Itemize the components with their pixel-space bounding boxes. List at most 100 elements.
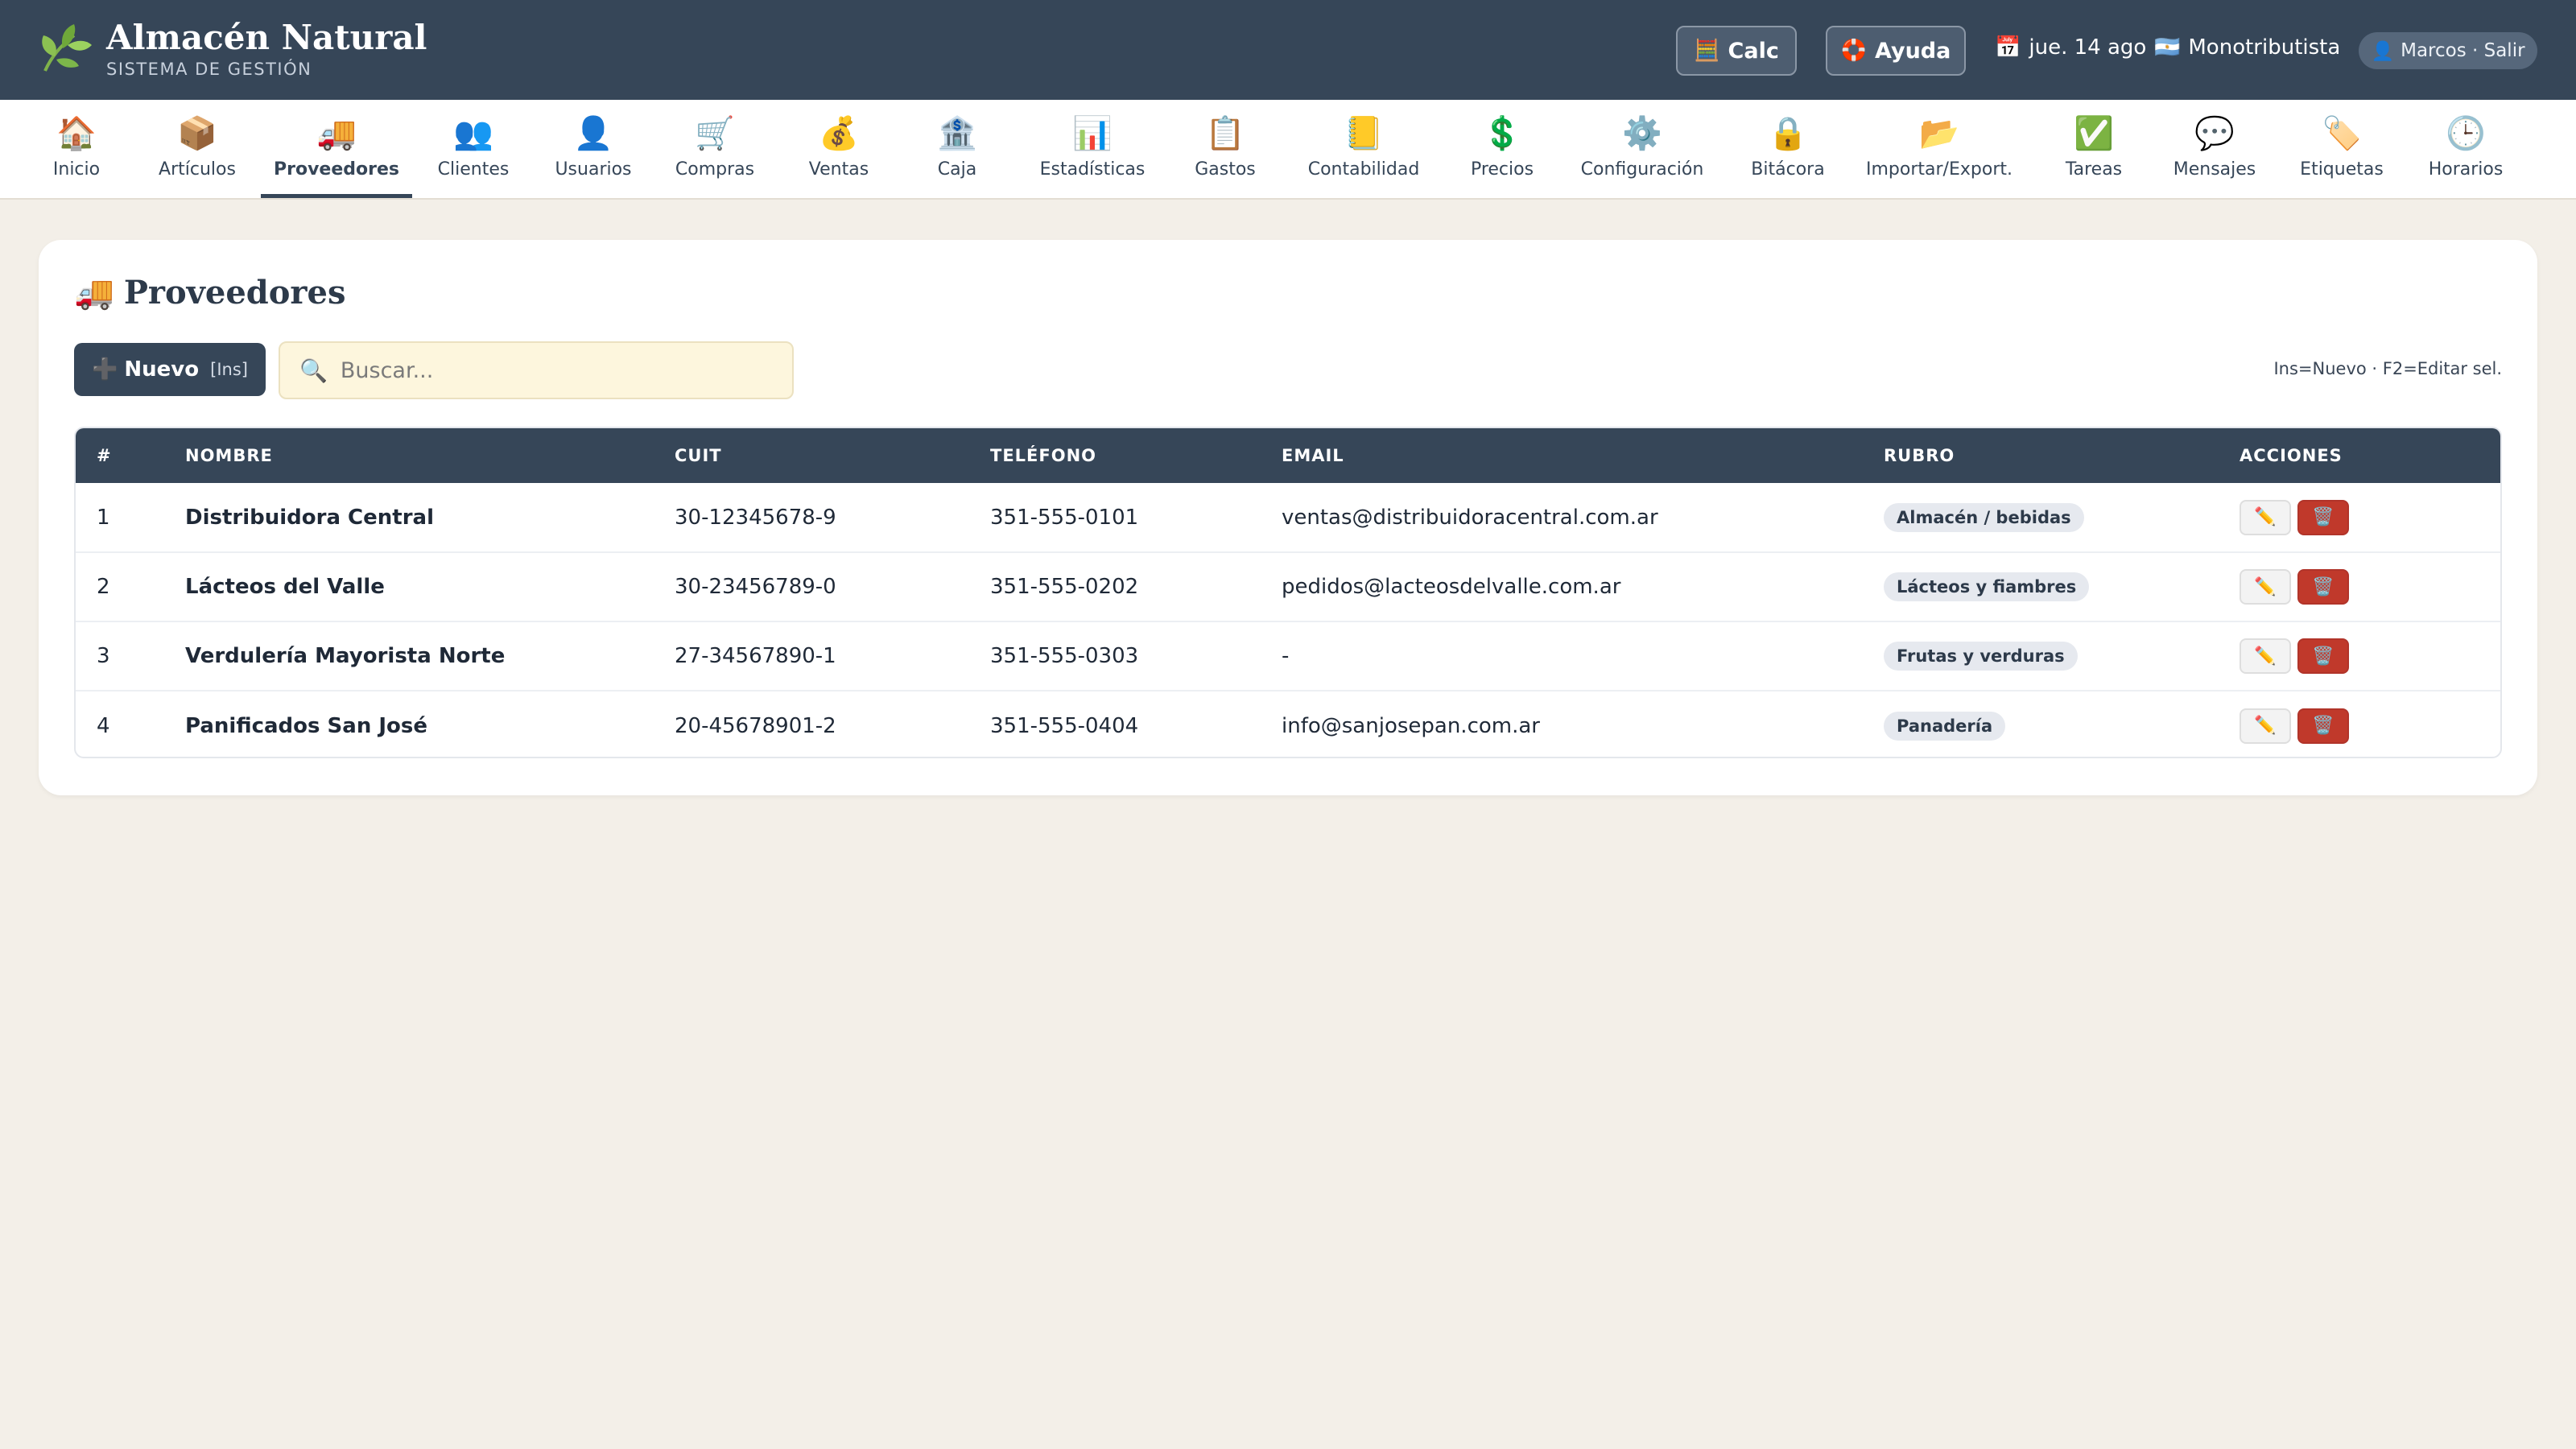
- supplier-cuit: 20-45678901-2: [675, 713, 836, 738]
- calc-button-label: Calc: [1728, 38, 1779, 64]
- nav-item-configuracion[interactable]: ⚙️ Configuración: [1570, 100, 1715, 198]
- supplier-name: Distribuidora Central: [185, 505, 434, 530]
- pencil-icon: ✏️: [2254, 576, 2277, 597]
- delete-button[interactable]: 🗑️: [2297, 708, 2349, 744]
- nav-item-label: Ventas: [808, 159, 869, 180]
- user-label: Marcos · Salir: [2401, 40, 2525, 61]
- nav-item-etiquetas[interactable]: 🏷️ Etiquetas: [2294, 100, 2389, 198]
- shortcuts-hint: Ins=Nuevo · F2=Editar sel.: [2273, 359, 2502, 378]
- table-row[interactable]: 2 Lácteos del Valle 30-23456789-0 351-555-0…: [76, 552, 2500, 621]
- row-actions: ✏️ 🗑️: [2240, 569, 2500, 605]
- column-header-rubro[interactable]: RUBRO: [1863, 428, 2219, 483]
- money-bag-icon: 💰: [819, 115, 859, 152]
- date-text: jue. 14 ago: [2029, 35, 2147, 60]
- column-header-email[interactable]: EMAIL: [1261, 428, 1863, 483]
- nav-item-gastos[interactable]: 📋 Gastos: [1170, 100, 1280, 198]
- app-header: Almacén Natural SISTEMA DE GESTIÓN 🧮 Cal…: [0, 0, 2576, 100]
- delete-button[interactable]: 🗑️: [2297, 569, 2349, 605]
- suppliers-panel: 🚚 Proveedores ➕ Nuevo [Ins] 🔍 Ins=Nuevo …: [39, 240, 2537, 795]
- column-header-actions: ACCIONES: [2240, 446, 2343, 465]
- supplier-phone: 351-555-0404: [990, 713, 1139, 738]
- nav-item-tareas[interactable]: ✅ Tareas: [2045, 100, 2143, 198]
- supplier-name: Verdulería Mayorista Norte: [185, 644, 506, 668]
- row-number: 4: [97, 713, 110, 738]
- pencil-icon: ✏️: [2254, 507, 2277, 527]
- nav-item-label: Caja: [937, 159, 977, 180]
- row-number: 3: [97, 644, 110, 668]
- search-box: 🔍: [279, 341, 794, 399]
- row-actions: ✏️ 🗑️: [2240, 499, 2500, 535]
- nav-item-estadisticas[interactable]: 📊 Estadísticas: [1014, 100, 1170, 198]
- nav-item-label: Contabilidad: [1307, 159, 1420, 180]
- supplier-name: Lácteos del Valle: [185, 575, 385, 599]
- argentina-flag-icon: 🇦🇷: [2154, 35, 2181, 60]
- supplier-cuit: 30-12345678-9: [675, 505, 836, 530]
- nav-item-compras[interactable]: 🛒 Compras: [655, 100, 774, 198]
- pencil-icon: ✏️: [2254, 716, 2277, 736]
- nav-item-inicio[interactable]: 🏠 Inicio: [32, 100, 121, 198]
- new-button-label: Nuevo: [124, 357, 200, 382]
- fiscal-status-text: Monotributista: [2188, 35, 2341, 60]
- supplier-email: -: [1282, 644, 1290, 668]
- nav-item-importar-exportar[interactable]: 📂 Importar/Export.: [1855, 100, 2024, 198]
- supplier-cuit: 27-34567890-1: [675, 644, 836, 668]
- help-button[interactable]: 🛟 Ayuda: [1826, 26, 1966, 76]
- supplier-email: info@sanjosepan.com.ar: [1282, 713, 1540, 738]
- user-logout-button[interactable]: 👤 Marcos · Salir: [2359, 32, 2537, 69]
- cart-icon: 🛒: [695, 115, 735, 152]
- nav-item-label: Usuarios: [555, 159, 632, 180]
- edit-button[interactable]: ✏️: [2240, 708, 2291, 744]
- nav-item-contabilidad[interactable]: 📒 Contabilidad: [1296, 100, 1431, 198]
- rubro-cell: Lácteos y fiambres: [1863, 552, 2219, 621]
- check-icon: ✅: [2074, 115, 2114, 152]
- delete-button[interactable]: 🗑️: [2297, 638, 2349, 674]
- column-header-phone[interactable]: TELÉFONO: [969, 428, 1261, 483]
- nav-item-label: Clientes: [437, 159, 510, 180]
- calc-button[interactable]: 🧮 Calc: [1676, 26, 1797, 76]
- rubro-cell: Panadería: [1863, 691, 2219, 757]
- nav-item-label: Estadísticas: [1039, 159, 1146, 180]
- user-icon: 👤: [2371, 40, 2395, 62]
- table-row[interactable]: 1 Distribuidora Central 30-12345678-9 351-5…: [76, 483, 2500, 552]
- edit-button[interactable]: ✏️: [2240, 638, 2291, 674]
- edit-button[interactable]: ✏️: [2240, 499, 2291, 535]
- nav-item-ventas[interactable]: 💰 Ventas: [789, 100, 889, 198]
- dollar-icon: 💲: [1482, 115, 1522, 152]
- nav-item-label: Proveedores: [274, 159, 399, 180]
- delete-button[interactable]: 🗑️: [2297, 499, 2349, 535]
- nav-item-bitacora[interactable]: 🔒 Bitácora: [1734, 100, 1842, 198]
- new-supplier-button[interactable]: ➕ Nuevo [Ins]: [74, 343, 266, 396]
- actions-cell: ✏️ 🗑️: [2219, 483, 2500, 552]
- folder-icon: 📂: [1919, 115, 1959, 152]
- main-nav: 🏠 Inicio 📦 Artículos 🚚 Proveedores 👥 Clientes 👤 U…: [0, 100, 2576, 200]
- rubro-cell: Frutas y verduras: [1863, 621, 2219, 691]
- nav-item-horarios[interactable]: 🕒 Horarios: [2407, 100, 2524, 198]
- table-row[interactable]: 3 Verdulería Mayorista Norte 27-34567890-1…: [76, 621, 2500, 691]
- bar-chart-icon: 📊: [1072, 115, 1113, 152]
- supplier-phone: 351-555-0303: [990, 644, 1139, 668]
- column-header-cuit[interactable]: CUIT: [654, 428, 969, 483]
- table-row[interactable]: 4 Panificados San José 20-45678901-2 351-55…: [76, 691, 2500, 757]
- leaf-logo-icon: [42, 24, 92, 72]
- nav-item-proveedores[interactable]: 🚚 Proveedores: [261, 100, 412, 198]
- rubro-badge: Almacén / bebidas: [1884, 502, 2084, 532]
- nav-item-usuarios[interactable]: 👤 Usuarios: [539, 100, 647, 198]
- column-header-name[interactable]: NOMBRE: [164, 428, 654, 483]
- row-actions: ✏️ 🗑️: [2240, 708, 2500, 744]
- actions-cell: ✏️ 🗑️: [2219, 552, 2500, 621]
- edit-button[interactable]: ✏️: [2240, 569, 2291, 605]
- nav-item-caja[interactable]: 🏦 Caja: [900, 100, 1014, 198]
- search-input[interactable]: [340, 357, 759, 383]
- nav-item-label: Tareas: [2065, 159, 2123, 180]
- current-date: 📅 jue. 14 ago: [1995, 35, 2146, 60]
- nav-item-clientes[interactable]: 👥 Clientes: [422, 100, 525, 198]
- suppliers-table: # NOMBRE CUIT TELÉFONO EMAIL RUBRO ACCIO…: [74, 427, 2502, 758]
- nav-item-articulos[interactable]: 📦 Artículos: [145, 100, 250, 198]
- supplier-phone: 351-555-0101: [990, 505, 1139, 530]
- nav-item-label: Horarios: [2428, 159, 2504, 180]
- help-button-label: Ayuda: [1875, 38, 1951, 64]
- nav-item-mensajes[interactable]: 💬 Mensajes: [2161, 100, 2268, 198]
- brand-name: Almacén Natural: [106, 18, 427, 57]
- page-title: 🚚 Proveedores: [74, 274, 345, 312]
- nav-item-precios[interactable]: 💲 Precios: [1455, 100, 1549, 198]
